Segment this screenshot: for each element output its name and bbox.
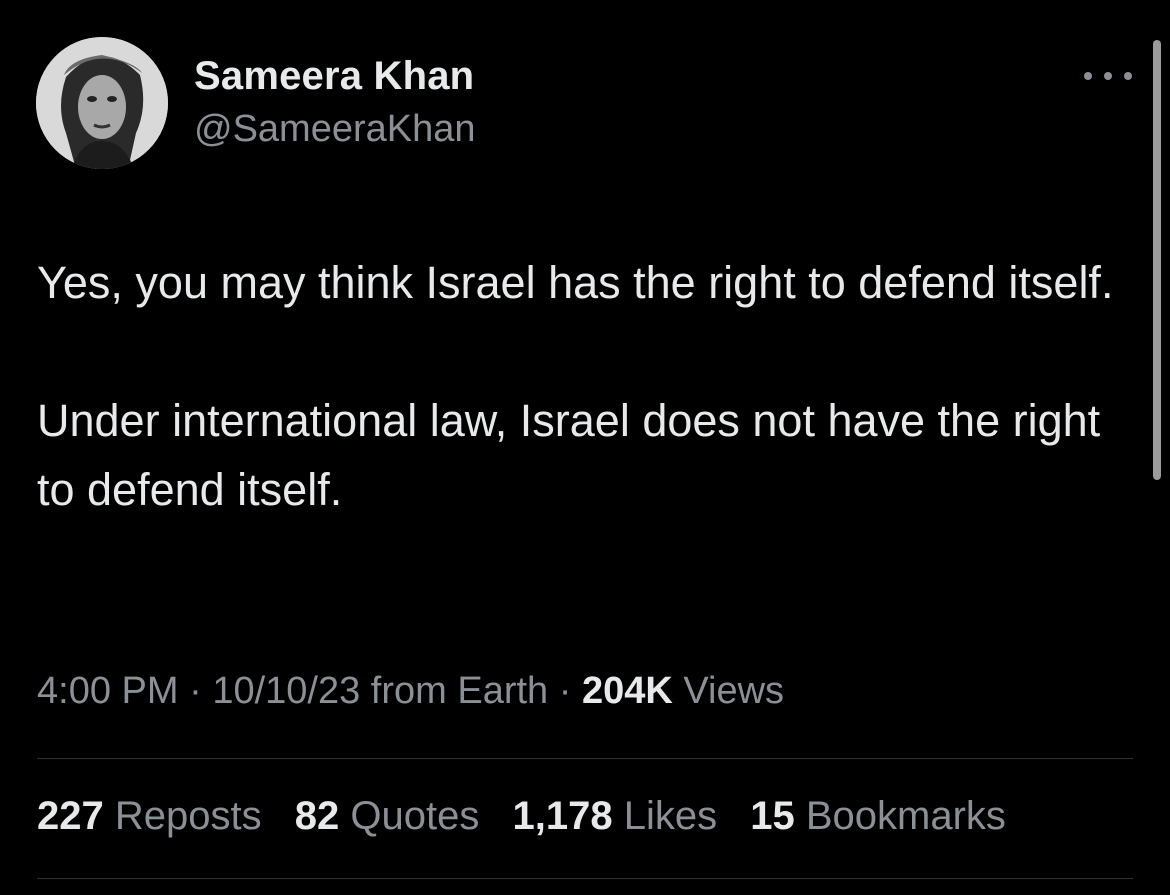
views-label: Views	[683, 670, 785, 712]
divider	[37, 878, 1133, 879]
avatar[interactable]	[36, 37, 168, 169]
dot	[1104, 72, 1112, 80]
bookmarks-label: Bookmarks	[805, 794, 1006, 838]
views-count: 204K	[581, 670, 673, 712]
scrollbar[interactable]	[1153, 40, 1161, 480]
divider	[37, 758, 1133, 759]
quotes-label: Quotes	[350, 794, 480, 838]
tweet-time[interactable]: 4:00 PM	[37, 670, 179, 712]
tweet-text: Yes, you may think Israel has the right …	[37, 248, 1147, 524]
reposts-count: 227	[37, 794, 104, 838]
bookmarks-count: 15	[750, 794, 795, 838]
tweet-date[interactable]: 10/10/23	[212, 670, 360, 712]
likes-stat[interactable]: 1,178 Likes	[512, 794, 717, 838]
quotes-stat[interactable]: 82 Quotes	[295, 794, 480, 838]
tweet-paragraph: Under international law, Israel does not…	[37, 395, 1101, 515]
profile-photo-icon	[36, 37, 168, 169]
reposts-label: Reposts	[114, 794, 262, 838]
likes-label: Likes	[623, 794, 718, 838]
tweet-detail: Sameera Khan @SameeraKhan Yes, you may t…	[0, 0, 1170, 895]
more-options-icon[interactable]	[1084, 66, 1132, 86]
engagement-stats: 227 Reposts 82 Quotes 1,178 Likes 15 Boo…	[37, 794, 1028, 839]
quotes-count: 82	[294, 794, 340, 838]
tweet-source: from Earth	[370, 670, 549, 712]
tweet-paragraph: Yes, you may think Israel has the right …	[37, 257, 1114, 308]
author-display-name[interactable]: Sameera Khan	[194, 54, 474, 99]
bookmarks-stat[interactable]: 15 Bookmarks	[750, 794, 1006, 838]
tweet-meta: 4:00 PM · 10/10/23 from Earth · 204K Vie…	[37, 670, 784, 713]
meta-separator: ·	[189, 670, 202, 712]
meta-separator: ·	[558, 670, 572, 712]
reposts-stat[interactable]: 227 Reposts	[37, 794, 262, 838]
likes-count: 1,178	[512, 794, 613, 838]
dot	[1084, 72, 1092, 80]
dot	[1124, 72, 1132, 80]
author-handle[interactable]: @SameeraKhan	[194, 108, 476, 151]
